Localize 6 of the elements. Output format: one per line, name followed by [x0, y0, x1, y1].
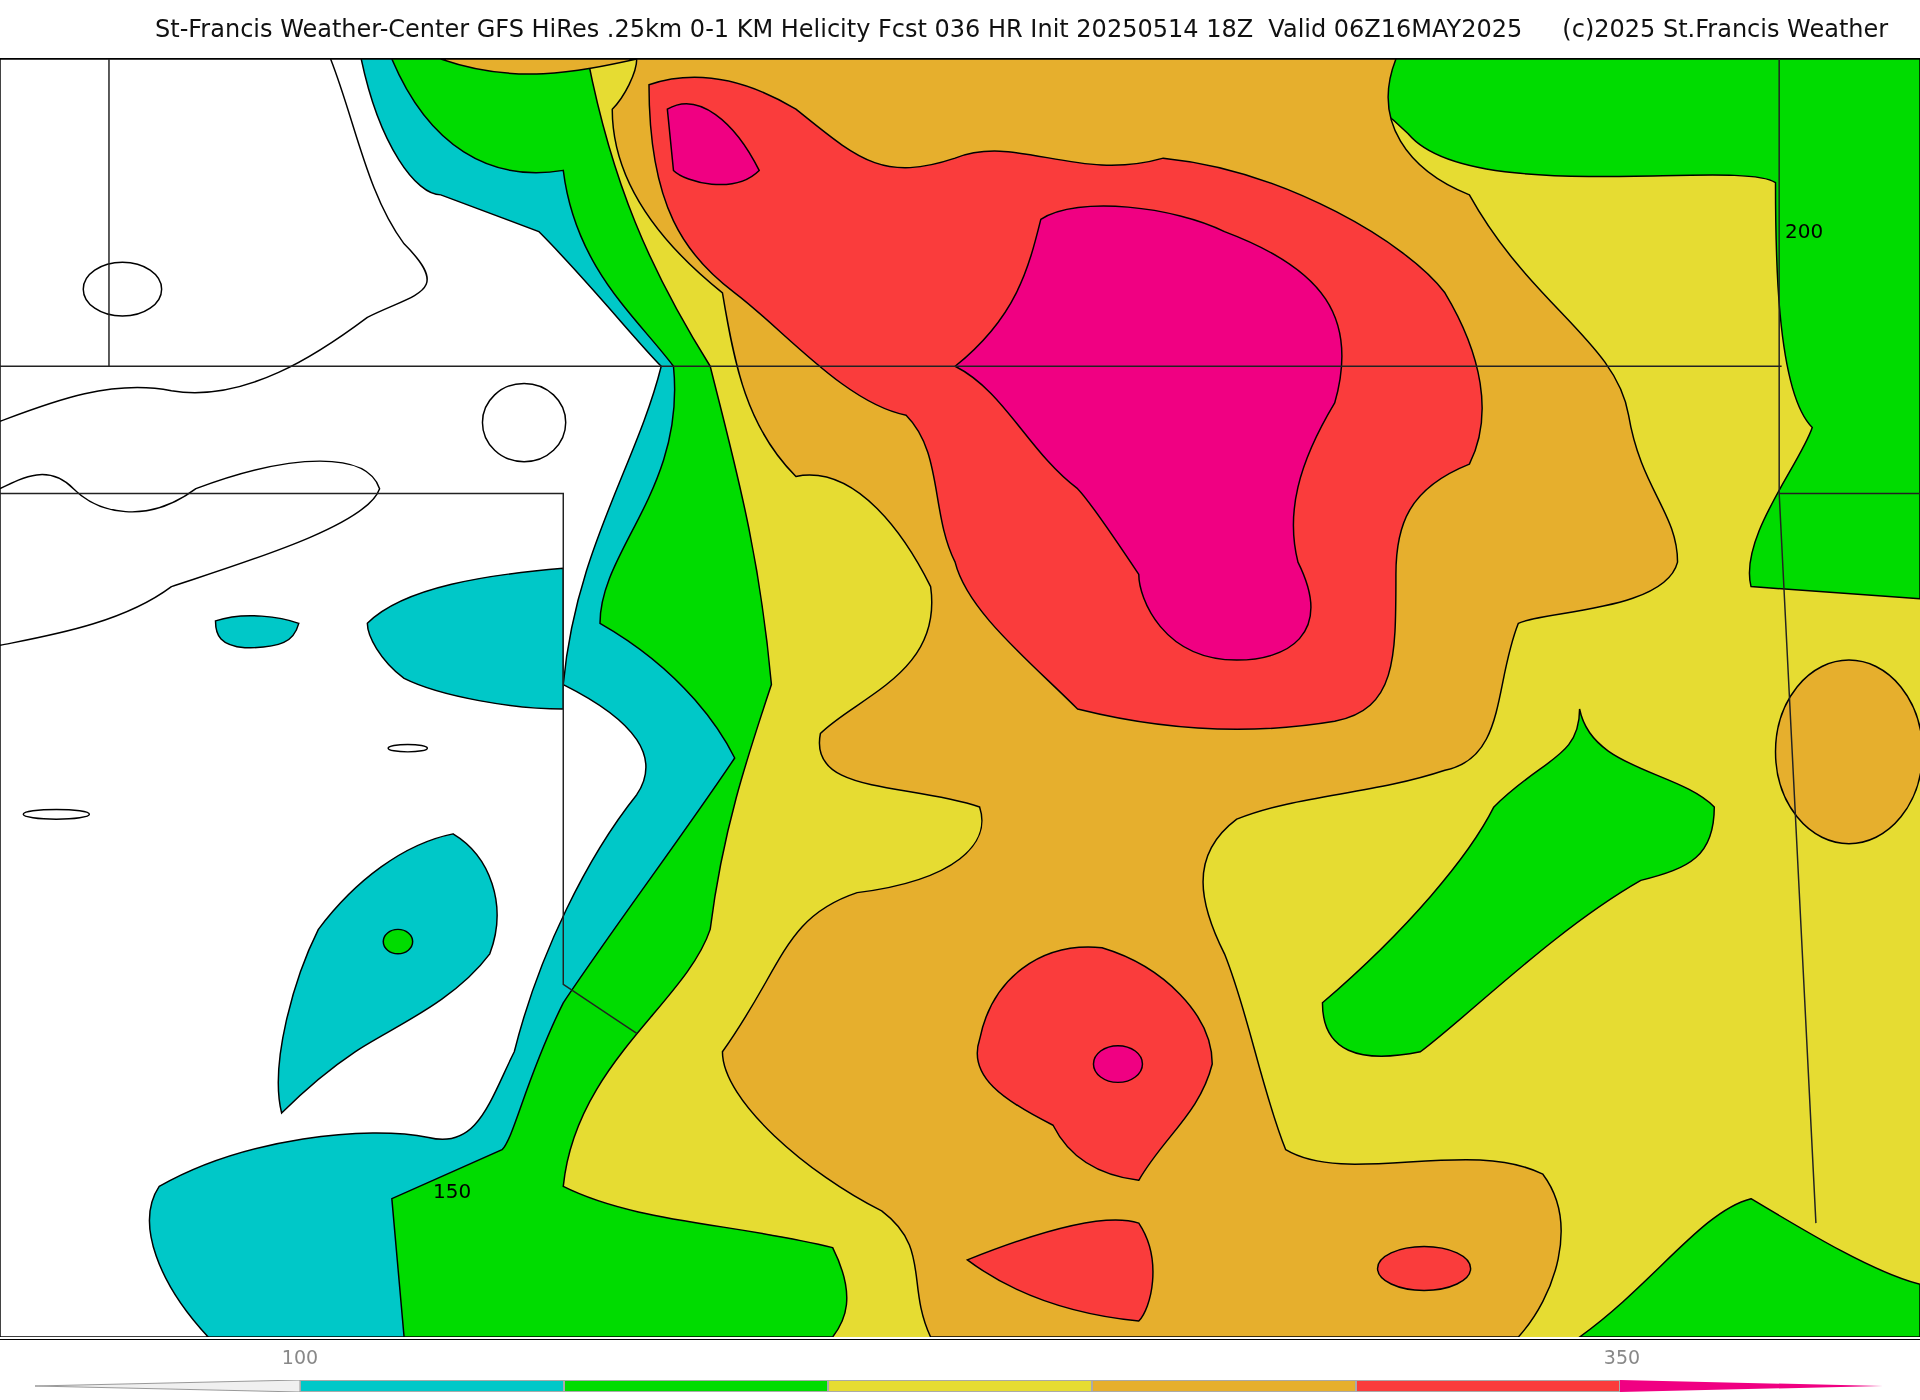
contour-label: 150 — [433, 1179, 472, 1203]
colorbar-tick-label: 350 — [1602, 1346, 1642, 1368]
colorbar-tick-label: 100 — [280, 1346, 320, 1368]
contour-label: 200 — [1785, 219, 1824, 243]
chart-title: St-Francis Weather-Center GFS HiRes .25km 0-1 KM Helicity Fcst 036 HR Init 20250514 18Z Valid 06Z16MAY2025 — [155, 15, 1523, 43]
copyright-text: (c)2025 St.Francis Weather — [1562, 15, 1889, 43]
